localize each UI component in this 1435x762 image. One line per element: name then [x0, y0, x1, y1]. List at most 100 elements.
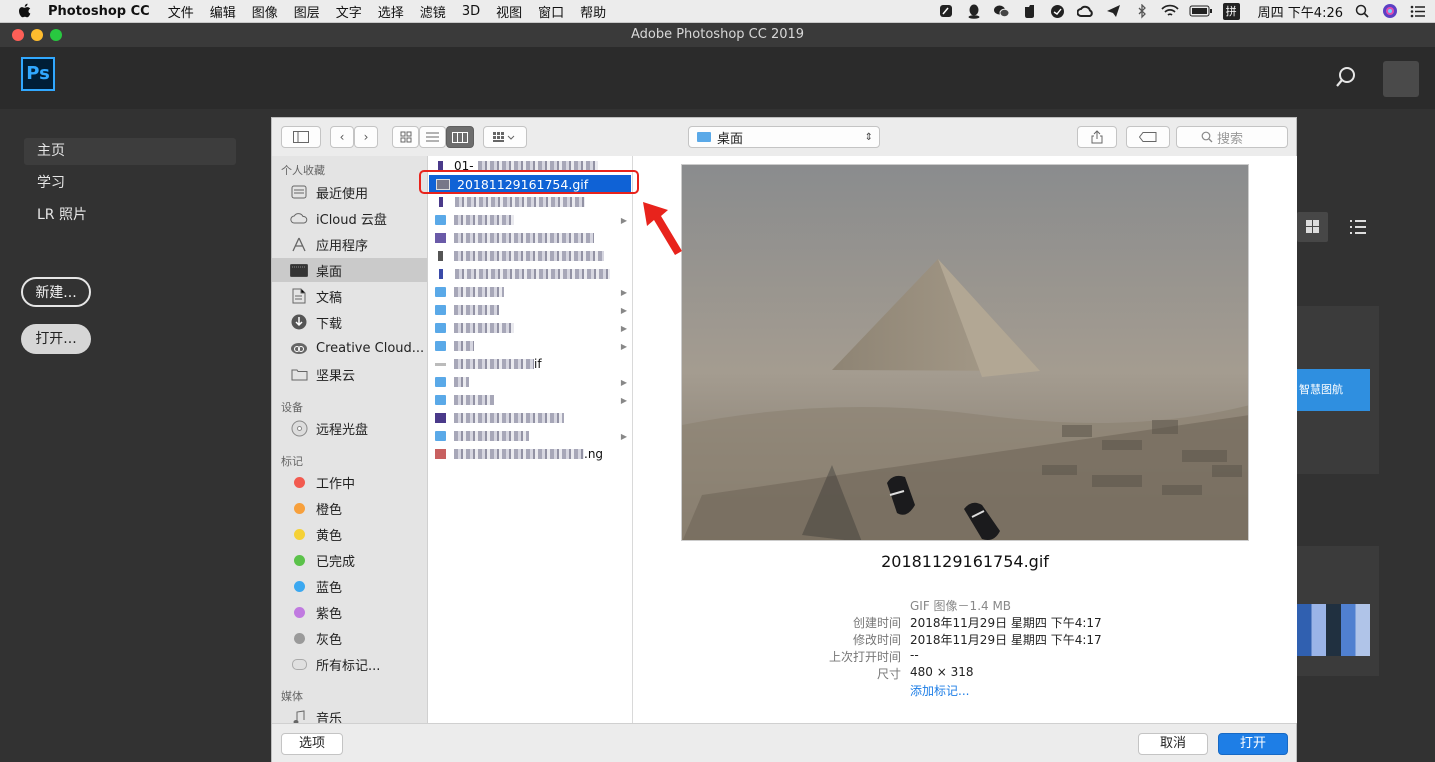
- send-icon[interactable]: [1105, 3, 1123, 19]
- menu-edit[interactable]: 编辑: [202, 2, 244, 21]
- creative-cloud-icon: [289, 342, 309, 355]
- folder-row[interactable]: ▶: [428, 283, 632, 301]
- meta-dimensions-key: 尺寸: [876, 667, 901, 681]
- new-file-button[interactable]: 新建...: [21, 277, 91, 307]
- input-method-indicator[interactable]: 拼: [1222, 2, 1240, 20]
- sidebar-item-jianguoyun[interactable]: 坚果云: [272, 362, 427, 386]
- sidebar-item-label: 黄色: [316, 528, 343, 544]
- battery-icon[interactable]: [1189, 3, 1213, 19]
- folder-row[interactable]: ▶: [428, 427, 632, 445]
- file-row[interactable]: [428, 265, 632, 283]
- sidebar-item-recents[interactable]: 最近使用: [272, 180, 427, 204]
- creative-cloud-status-icon[interactable]: [1077, 3, 1095, 19]
- sidebar-tag-completed[interactable]: 已完成: [272, 548, 427, 572]
- menu-select[interactable]: 选择: [370, 2, 412, 21]
- column-view-button[interactable]: [446, 126, 474, 148]
- add-tags-link[interactable]: 添加标记...: [910, 682, 969, 699]
- folder-row[interactable]: ▶: [428, 301, 632, 319]
- qq-icon[interactable]: [965, 3, 983, 19]
- favorites-heading: 个人收藏: [281, 164, 325, 177]
- evernote-icon[interactable]: [1021, 3, 1039, 19]
- cancel-button[interactable]: 取消: [1138, 733, 1208, 755]
- sync-icon[interactable]: [1049, 3, 1067, 19]
- folder-row[interactable]: ▶: [428, 211, 632, 229]
- zoom-window-button[interactable]: [50, 29, 62, 41]
- menu-filter[interactable]: 滤镜: [412, 2, 454, 21]
- sidebar-item-label: 坚果云: [316, 368, 356, 384]
- file-row[interactable]: [428, 193, 632, 211]
- menu-layer[interactable]: 图层: [286, 2, 328, 21]
- sidebar-item-label: 蓝色: [316, 580, 343, 596]
- file-row[interactable]: .ng: [428, 445, 632, 463]
- folder-row[interactable]: ▶: [428, 373, 632, 391]
- file-row[interactable]: if: [428, 355, 632, 373]
- menu-type[interactable]: 文字: [328, 2, 370, 21]
- open-file-button[interactable]: 打开...: [21, 324, 91, 354]
- wifi-icon[interactable]: [1161, 3, 1179, 19]
- menu-help[interactable]: 帮助: [572, 2, 614, 21]
- spotlight-icon[interactable]: [1353, 3, 1371, 19]
- folder-row[interactable]: ▶: [428, 337, 632, 355]
- file-row[interactable]: [428, 247, 632, 265]
- forward-button[interactable]: ›: [354, 126, 378, 148]
- sidebar-item-downloads[interactable]: 下载: [272, 310, 427, 334]
- menu-app-name[interactable]: Photoshop CC: [44, 4, 160, 19]
- back-button[interactable]: ‹: [330, 126, 354, 148]
- list-view-button[interactable]: [1343, 212, 1373, 242]
- group-by-button[interactable]: [483, 126, 527, 148]
- folder-row[interactable]: ▶: [428, 391, 632, 409]
- tags-button[interactable]: [1126, 126, 1170, 148]
- sidebar-item-desktop[interactable]: 桌面: [272, 258, 427, 282]
- sidebar-item-label: 紫色: [316, 606, 343, 622]
- sidebar-item-documents[interactable]: 文稿: [272, 284, 427, 308]
- close-window-button[interactable]: [12, 29, 24, 41]
- ps-search-icon[interactable]: [1335, 66, 1357, 92]
- sidebar-item-creative-cloud[interactable]: Creative Cloud...: [272, 336, 427, 360]
- nav-lr-photos[interactable]: LR 照片: [24, 202, 236, 229]
- sidebar-tag-working[interactable]: 工作中: [272, 470, 427, 494]
- folder-icon: [435, 377, 446, 387]
- menu-clock[interactable]: 周四 下午4:26: [1258, 2, 1343, 21]
- search-field[interactable]: 搜索: [1176, 126, 1288, 148]
- user-avatar[interactable]: [1383, 61, 1419, 97]
- nav-learn[interactable]: 学习: [24, 170, 236, 197]
- sidebar-tag-purple[interactable]: 紫色: [272, 600, 427, 624]
- file-row[interactable]: [428, 409, 632, 427]
- apple-icon[interactable]: [18, 3, 32, 19]
- share-button[interactable]: [1077, 126, 1117, 148]
- open-button[interactable]: 打开: [1218, 733, 1288, 755]
- sidebar-tag-blue[interactable]: 蓝色: [272, 574, 427, 598]
- menu-file[interactable]: 文件: [160, 2, 202, 21]
- sidebar-tag-gray[interactable]: 灰色: [272, 626, 427, 650]
- menu-image[interactable]: 图像: [244, 2, 286, 21]
- sidebar-item-remote-disc[interactable]: 远程光盘: [272, 416, 427, 440]
- sidebar-tag-yellow[interactable]: 黄色: [272, 522, 427, 546]
- sidebar-item-applications[interactable]: 应用程序: [272, 232, 427, 256]
- red-tag-icon: [293, 476, 305, 488]
- minimize-window-button[interactable]: [31, 29, 43, 41]
- menu-view[interactable]: 视图: [488, 2, 530, 21]
- nav-home[interactable]: 主页: [24, 138, 236, 165]
- disclosure-arrow-icon: ▶: [620, 287, 627, 297]
- bluetooth-icon[interactable]: [1133, 3, 1151, 19]
- folder-row[interactable]: ▶: [428, 319, 632, 337]
- menu-3d[interactable]: 3D: [454, 4, 488, 19]
- desktop-icon: [289, 263, 309, 277]
- status-app-icon[interactable]: [937, 3, 955, 19]
- sidebar-item-label: 工作中: [316, 476, 356, 492]
- sidebar-tag-all[interactable]: 所有标记...: [272, 652, 427, 676]
- file-row[interactable]: [428, 229, 632, 247]
- options-button[interactable]: 选项: [281, 733, 343, 755]
- siri-icon[interactable]: [1381, 3, 1399, 19]
- menu-window[interactable]: 窗口: [530, 2, 572, 21]
- list-view-mode-button[interactable]: [419, 126, 446, 148]
- sidebar-item-icloud[interactable]: iCloud 云盘: [272, 206, 427, 230]
- icon-view-button[interactable]: [392, 126, 419, 148]
- grid-view-button[interactable]: [1297, 212, 1328, 242]
- location-popup[interactable]: 桌面 ⇕: [688, 126, 880, 148]
- wechat-icon[interactable]: [993, 3, 1011, 19]
- sidebar-item-music[interactable]: 音乐: [272, 705, 427, 723]
- sidebar-tag-orange[interactable]: 橙色: [272, 496, 427, 520]
- notification-center-icon[interactable]: [1409, 3, 1427, 19]
- sidebar-toggle-button[interactable]: [281, 126, 321, 148]
